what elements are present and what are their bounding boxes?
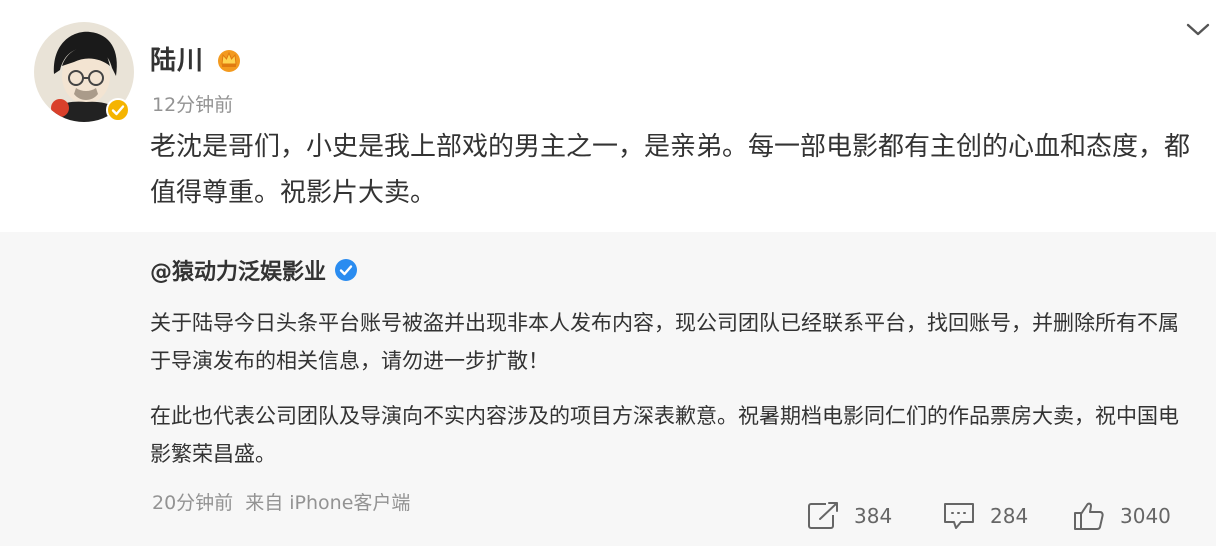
repost-author[interactable]: @猿动力泛娱影业	[150, 254, 358, 286]
verified-yellow-icon	[106, 98, 130, 122]
comment-button[interactable]: 284	[942, 496, 1028, 536]
repost-time[interactable]: 20分钟前	[152, 492, 233, 514]
comment-icon	[942, 501, 976, 531]
repost-paragraph: 关于陆导今日头条平台账号被盗并出现非本人发布内容，现公司团队已经联系平台，找回账…	[150, 311, 1179, 373]
repost-button[interactable]: 384	[806, 496, 892, 536]
repost-icon	[806, 501, 840, 531]
repost-paragraph: 在此也代表公司团队及导演向不实内容涉及的项目方深表歉意。祝暑期档电影同仁们的作品…	[150, 404, 1179, 466]
chevron-down-icon[interactable]	[1184, 18, 1212, 40]
author-name[interactable]: 陆川	[150, 40, 204, 77]
repost-author-name[interactable]: @猿动力泛娱影业	[150, 254, 326, 286]
post-time[interactable]: 12分钟前	[152, 90, 233, 117]
thumbs-up-icon	[1072, 501, 1106, 531]
post-text: 老沈是哥们，小史是我上部戏的男主之一，是亲弟。每一部电影都有主创的心血和态度，都…	[150, 132, 1191, 208]
like-button[interactable]: 3040	[1072, 496, 1171, 536]
repost-source: 来自 iPhone客户端	[245, 492, 411, 514]
post-author: 陆川	[150, 40, 244, 77]
crown-icon	[214, 44, 244, 74]
verified-blue-icon	[334, 258, 358, 282]
repost-meta: 20分钟前 来自 iPhone客户端	[152, 488, 416, 515]
like-count: 3040	[1120, 504, 1171, 528]
comment-count: 284	[990, 504, 1029, 528]
repost-count: 384	[854, 504, 893, 528]
